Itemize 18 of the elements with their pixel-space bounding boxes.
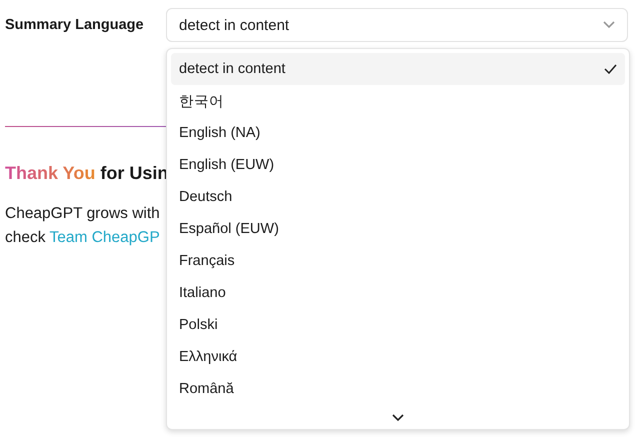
language-option[interactable]: 한국어 (171, 85, 625, 117)
language-select[interactable]: detect in content (166, 8, 628, 42)
language-option[interactable]: Deutsch (171, 181, 625, 213)
language-option[interactable]: Română (171, 373, 625, 405)
message-text: CheapGPT grows with (5, 204, 161, 224)
language-option[interactable]: Français (171, 245, 625, 277)
language-option[interactable]: Polski (171, 309, 625, 341)
language-option[interactable]: English (NA) (171, 117, 625, 149)
scroll-down-icon (392, 414, 404, 422)
language-option[interactable]: Ελληνικά (171, 341, 625, 373)
field-label: Summary Language (5, 17, 145, 33)
language-option[interactable]: English (EUW) (171, 149, 625, 181)
language-option[interactable]: Italiano (171, 277, 625, 309)
message-text: check (5, 229, 46, 246)
language-option[interactable]: detect in content (171, 53, 625, 85)
language-option[interactable]: Español (EUW) (171, 213, 625, 245)
check-icon (604, 64, 617, 74)
chevron-down-icon (603, 21, 615, 29)
